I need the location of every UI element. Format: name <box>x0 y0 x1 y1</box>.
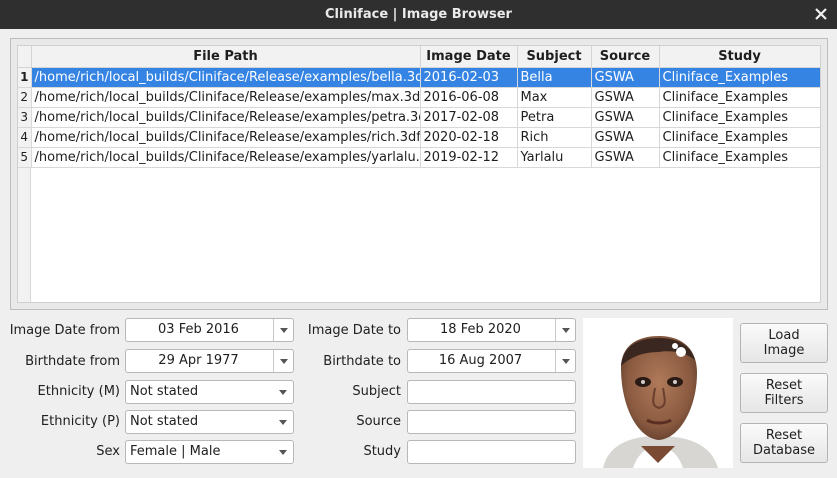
ethnicity-m-value: Not stated <box>130 384 199 399</box>
chevron-down-icon[interactable] <box>555 350 575 372</box>
birthdate-to-value: 16 Aug 2007 <box>438 353 523 368</box>
row-number[interactable]: 4 <box>18 127 32 148</box>
subject-input[interactable] <box>407 380 576 404</box>
cell-source[interactable]: GSWA <box>591 107 660 128</box>
image-date-from-value: 03 Feb 2016 <box>158 322 239 337</box>
subject-label: Subject <box>352 384 401 399</box>
chevron-down-icon <box>279 381 287 403</box>
table-row[interactable]: 4 /home/rich/local_builds/Cliniface/Rele… <box>18 127 820 148</box>
cell-image-date[interactable]: 2016-02-03 <box>420 67 518 88</box>
sex-value: Female | Male <box>130 444 221 459</box>
header-study[interactable]: Study <box>659 46 820 68</box>
birthdate-from-picker[interactable]: 29 Apr 1977 <box>125 349 294 373</box>
birthdate-from-value: 29 Apr 1977 <box>158 353 239 368</box>
cell-study[interactable]: Cliniface_Examples <box>659 147 820 168</box>
load-image-button[interactable]: Load Image <box>740 323 828 363</box>
cell-image-date[interactable]: 2019-02-12 <box>420 147 518 168</box>
cell-source[interactable]: GSWA <box>591 147 660 168</box>
chevron-down-icon[interactable] <box>273 319 293 341</box>
ethnicity-p-select[interactable]: Not stated <box>125 410 294 434</box>
reset-filters-button[interactable]: Reset Filters <box>740 373 828 413</box>
cell-image-date[interactable]: 2020-02-18 <box>420 127 518 148</box>
image-date-to-label: Image Date to <box>307 323 401 338</box>
reset-database-button[interactable]: Reset Database <box>740 423 828 463</box>
ethnicity-p-value: Not stated <box>130 414 199 429</box>
cell-file-path[interactable]: /home/rich/local_builds/Cliniface/Releas… <box>31 147 421 168</box>
ethnicity-p-label: Ethnicity (P) <box>40 414 120 429</box>
study-input[interactable] <box>407 440 576 464</box>
cell-source[interactable]: GSWA <box>591 127 660 148</box>
sex-label: Sex <box>96 444 120 459</box>
title-bar: Cliniface | Image Browser <box>0 0 837 29</box>
image-table[interactable]: File Path Image Date Subject Source Stud… <box>17 45 821 303</box>
image-date-from-label: Image Date from <box>9 323 120 338</box>
cell-study[interactable]: Cliniface_Examples <box>659 87 820 108</box>
birthdate-to-label: Birthdate to <box>323 354 401 369</box>
birthdate-to-picker[interactable]: 16 Aug 2007 <box>407 349 576 373</box>
table-row[interactable]: 3 /home/rich/local_builds/Cliniface/Rele… <box>18 107 820 128</box>
ethnicity-m-label: Ethnicity (M) <box>37 384 120 399</box>
image-date-from-picker[interactable]: 03 Feb 2016 <box>125 318 294 342</box>
face-thumbnail <box>583 318 733 468</box>
header-file-path[interactable]: File Path <box>31 46 421 68</box>
cell-file-path[interactable]: /home/rich/local_builds/Cliniface/Releas… <box>31 87 421 108</box>
row-number[interactable]: 3 <box>18 107 32 128</box>
header-image-date[interactable]: Image Date <box>420 46 518 68</box>
chevron-down-icon <box>279 441 287 463</box>
cell-file-path[interactable]: /home/rich/local_builds/Cliniface/Releas… <box>31 107 421 128</box>
cell-subject[interactable]: Rich <box>517 127 592 148</box>
table-header: File Path Image Date Subject Source Stud… <box>18 46 820 68</box>
row-number[interactable]: 2 <box>18 87 32 108</box>
cell-study[interactable]: Cliniface_Examples <box>659 67 820 88</box>
header-subject[interactable]: Subject <box>517 46 592 68</box>
chevron-down-icon <box>279 411 287 433</box>
ethnicity-m-select[interactable]: Not stated <box>125 380 294 404</box>
cell-file-path[interactable]: /home/rich/local_builds/Cliniface/Releas… <box>31 127 421 148</box>
cell-file-path[interactable]: /home/rich/local_builds/Cliniface/Releas… <box>31 67 421 88</box>
cell-subject[interactable]: Bella <box>517 67 592 88</box>
row-number[interactable]: 1 <box>18 67 32 88</box>
cell-study[interactable]: Cliniface_Examples <box>659 127 820 148</box>
table-row[interactable]: 5 /home/rich/local_builds/Cliniface/Rele… <box>18 147 820 168</box>
birthdate-from-label: Birthdate from <box>25 354 120 369</box>
cell-subject[interactable]: Max <box>517 87 592 108</box>
header-source[interactable]: Source <box>591 46 660 68</box>
sex-select[interactable]: Female | Male <box>125 440 294 464</box>
cell-image-date[interactable]: 2017-02-08 <box>420 107 518 128</box>
source-label: Source <box>356 414 401 429</box>
row-header-strip <box>18 168 31 302</box>
cell-subject[interactable]: Petra <box>517 107 592 128</box>
chevron-down-icon[interactable] <box>273 350 293 372</box>
cell-source[interactable]: GSWA <box>591 67 660 88</box>
chevron-down-icon[interactable] <box>555 319 575 341</box>
cell-study[interactable]: Cliniface_Examples <box>659 107 820 128</box>
close-icon[interactable] <box>811 4 831 24</box>
cell-image-date[interactable]: 2016-06-08 <box>420 87 518 108</box>
image-date-to-value: 18 Feb 2020 <box>440 322 521 337</box>
window-title: Cliniface | Image Browser <box>325 7 512 22</box>
table-row[interactable]: 2 /home/rich/local_builds/Cliniface/Rele… <box>18 87 820 108</box>
study-label: Study <box>363 444 401 459</box>
cell-subject[interactable]: Yarlalu <box>517 147 592 168</box>
table-row[interactable]: 1 /home/rich/local_builds/Cliniface/Rele… <box>18 67 820 88</box>
image-date-to-picker[interactable]: 18 Feb 2020 <box>407 318 576 342</box>
cell-source[interactable]: GSWA <box>591 87 660 108</box>
row-number[interactable]: 5 <box>18 147 32 168</box>
source-input[interactable] <box>407 410 576 434</box>
corner-cell[interactable] <box>18 46 32 68</box>
